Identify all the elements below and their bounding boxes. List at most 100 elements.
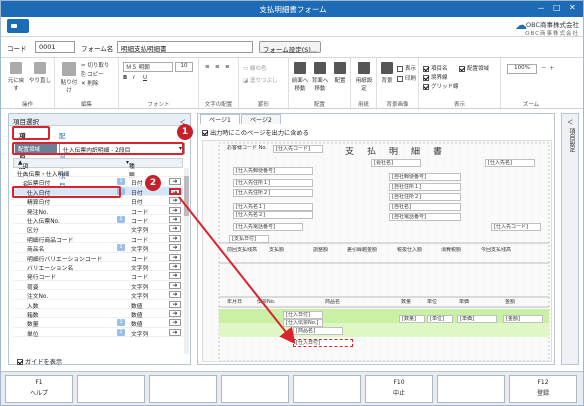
cut-button[interactable]: ✂ 切り取り [81, 61, 109, 69]
list-item[interactable]: 箱数 数値 ➔ [13, 309, 183, 319]
field-company[interactable]: [会社名] [371, 159, 421, 167]
code-input[interactable]: 0001 [35, 41, 75, 53]
field-amount[interactable]: [金額] [503, 315, 543, 323]
show-area-checkbox[interactable]: 配置領域 [459, 64, 489, 72]
bg-print-checkbox[interactable]: 印刷 [397, 74, 416, 82]
add-item-arrow-icon[interactable]: ➔ [169, 291, 181, 299]
fkey-8[interactable]: F12 登録 [509, 375, 577, 403]
fkey-5[interactable] [293, 375, 361, 403]
show-grid-checkbox[interactable]: グリッド線 [423, 82, 459, 90]
include-page-checkbox[interactable]: 出力時にこのページを出力に含める [202, 128, 309, 137]
align-center-icon[interactable]: ≡ [215, 64, 220, 70]
arrange-button[interactable]: 配置 [331, 62, 349, 84]
maximize-icon[interactable]: □ [553, 3, 561, 12]
zoom-in-icon[interactable]: ＋ [549, 64, 555, 72]
form-settings-button[interactable]: フォーム設定(S)... [259, 41, 321, 54]
list-item[interactable]: 注文No. 文字列 ➔ [13, 290, 183, 300]
expand-icon[interactable]: ＜ [567, 116, 574, 126]
field-supplier-code[interactable]: [仕入先コード] [273, 145, 323, 153]
italic-button[interactable]: I [133, 75, 135, 81]
list-item[interactable]: 荷姿 文字列 ➔ [13, 281, 183, 291]
add-item-arrow-icon[interactable]: ➔ [169, 263, 181, 270]
add-item-arrow-icon[interactable]: ➔ [169, 206, 181, 214]
add-item-arrow-icon[interactable]: ➔ [169, 225, 181, 233]
field-supplier-zip[interactable]: [仕入先郵便番号] [233, 167, 313, 175]
paste-button[interactable]: 貼り付け [59, 62, 79, 94]
paper-settings-button[interactable]: 用紙設定 [355, 62, 373, 92]
field-price[interactable]: [単価] [457, 315, 497, 323]
close-icon[interactable]: ✕ [569, 3, 576, 12]
fkey-1[interactable]: F1 ヘルプ [5, 375, 73, 403]
grid-scrollbar[interactable] [184, 168, 189, 354]
fill-button[interactable]: ◪ 塗りつぶし [243, 76, 278, 84]
field-supplier-name-top[interactable]: [仕入先名] [485, 159, 535, 167]
field-product-name[interactable]: [商品名] [293, 327, 343, 335]
add-item-arrow-icon[interactable]: ➔ [169, 253, 181, 261]
list-item[interactable]: 明細行バリエーションコード コード ➔ [13, 253, 183, 263]
zoom-select[interactable]: 100% [507, 64, 537, 74]
list-item[interactable]: 商品名 1 文字列 ➔ [13, 243, 183, 253]
copy-button[interactable]: ⎘ コピー [81, 70, 104, 79]
form-name-input[interactable]: 明細支払明細書 [117, 41, 253, 53]
redo-button[interactable]: やり直し [29, 62, 51, 84]
add-item-arrow-icon[interactable]: ➔ [169, 272, 181, 280]
field-payment-date[interactable]: [支払日付] [229, 235, 269, 243]
add-item-arrow-icon[interactable]: ➔ [169, 216, 181, 223]
minimize-icon[interactable]: － [537, 3, 545, 14]
show-item-name-checkbox[interactable]: 項目名 [423, 64, 448, 72]
item-settings-sidebar[interactable]: ＜ 項目設定 [561, 113, 579, 365]
line-color-button[interactable]: ▭ 線の色 [243, 64, 266, 72]
field-purchase-date-row1[interactable]: [仕入日付] [283, 311, 323, 319]
add-item-arrow-icon[interactable]: ➔ [169, 244, 181, 252]
font-name-select[interactable]: ＭＳ 明朝 [123, 62, 173, 72]
send-back-button[interactable]: 背面へ移動 [311, 62, 329, 92]
fkey-3[interactable] [149, 375, 217, 403]
list-item[interactable]: 入数 数値 ➔ [13, 300, 183, 310]
add-item-arrow-icon[interactable]: ➔ [169, 234, 181, 242]
field-qty[interactable]: [数量] [399, 315, 425, 323]
list-item[interactable]: バリエーション名 文字列 ➔ [13, 262, 183, 272]
field-supplier-addr1[interactable]: [仕入先住所１] [233, 179, 313, 187]
background-button[interactable]: 背景 [379, 62, 395, 84]
add-item-arrow-icon[interactable]: ➔ [169, 197, 181, 205]
col-item-name[interactable]: ▲ 項目名 [18, 160, 28, 188]
field-supplier-addr2[interactable]: [仕入先住所２] [233, 189, 313, 197]
underline-button[interactable]: U [143, 75, 147, 81]
show-guide-checkbox[interactable]: ガイドを表示 [17, 357, 62, 366]
bg-show-checkbox[interactable]: 表示 [397, 64, 416, 72]
list-item[interactable]: 発注No. コード ➔ [13, 206, 183, 216]
fkey-4[interactable] [221, 375, 289, 403]
list-item[interactable]: 発行コード コード ➔ [13, 271, 183, 281]
bring-front-button[interactable]: 前面へ移動 [291, 62, 309, 92]
align-left-icon[interactable]: ≡ [205, 64, 210, 70]
add-item-arrow-icon[interactable]: ➔ [169, 310, 181, 317]
font-size-select[interactable]: 10 [175, 62, 193, 72]
form-canvas[interactable]: お客様コード No. [仕入先コード] 支 払 明 細 書 [会社名] [仕入先… [202, 140, 552, 362]
field-unit[interactable]: [単位] [427, 315, 453, 323]
bold-button[interactable]: B [123, 75, 127, 81]
align-right-icon[interactable]: ≡ [225, 64, 230, 70]
field-supplier-code-right[interactable]: [仕入先コード] [491, 223, 541, 231]
add-item-arrow-icon[interactable]: ➔ [169, 319, 181, 327]
tab-page2[interactable]: ページ2 [241, 114, 281, 124]
list-item[interactable]: 明細行商品コード コード ➔ [13, 234, 183, 244]
field-dropped-purchase-date[interactable]: [仕入日付] [293, 339, 353, 347]
field-own-zip[interactable]: [自社郵便番号] [389, 173, 461, 181]
fkey-7[interactable] [437, 375, 505, 403]
field-own-name[interactable]: [自社名] [389, 203, 461, 211]
add-item-arrow-icon[interactable]: ➔ [169, 178, 181, 186]
fkey-6[interactable]: F10 中止 [365, 375, 433, 403]
zoom-out-icon[interactable]: － [541, 64, 547, 72]
list-item[interactable]: 区分 文字列 ➔ [13, 224, 183, 234]
field-supplier-tel[interactable]: [仕入先電話番号] [233, 223, 303, 231]
add-item-arrow-icon[interactable]: ➔ [169, 281, 181, 289]
list-item[interactable]: 数量 1 数値 ➔ [13, 318, 183, 328]
field-supplier-name1[interactable]: [仕入先名１] [233, 203, 313, 211]
add-item-arrow-icon[interactable]: ➔ [169, 300, 181, 308]
add-item-arrow-icon[interactable]: ➔ [169, 187, 181, 195]
delete-button[interactable]: ✕ 削除 [81, 79, 98, 87]
tab-page1[interactable]: ページ1 [200, 114, 240, 124]
list-item[interactable]: 単位 1 文字列 ➔ [13, 328, 183, 338]
field-slip-no[interactable]: [仕入伝票No.] [283, 319, 323, 327]
field-own-addr2[interactable]: [自社住所２] [389, 193, 461, 201]
